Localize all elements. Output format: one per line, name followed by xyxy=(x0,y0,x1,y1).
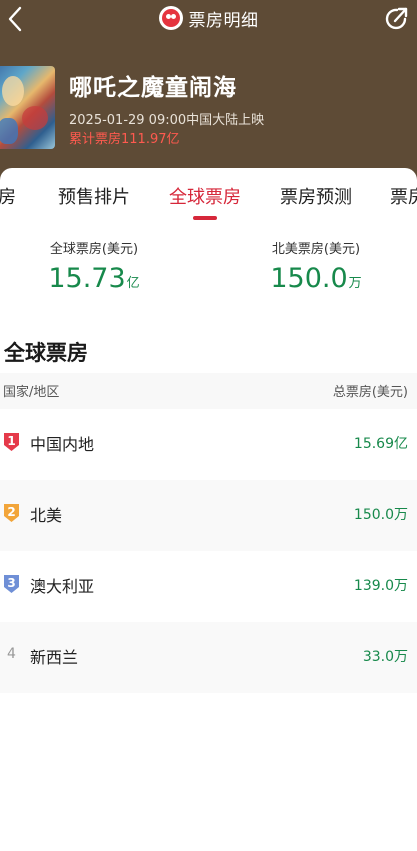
stat-unit: 亿 xyxy=(126,276,140,291)
tab-presale-schedule[interactable]: 预售排片 xyxy=(58,183,130,209)
country-name: 中国内地 xyxy=(30,435,95,454)
box-office-summary: 全球票房(美元) 15.73亿 北美票房(美元) 150.0万 xyxy=(0,228,417,308)
share-icon xyxy=(385,7,408,30)
movie-poster[interactable] xyxy=(0,66,55,149)
stat-label: 北美票房(美元) xyxy=(271,242,361,257)
tab-global-box-office[interactable]: 全球票房 xyxy=(169,183,241,209)
country-gross: 15.69亿 xyxy=(353,436,408,452)
global-box-office-stat: 全球票房(美元) 15.73亿 xyxy=(0,228,198,294)
country-gross: 33.0万 xyxy=(362,649,408,665)
stat-unit: 万 xyxy=(348,276,362,291)
content-card: 房 预售排片 全球票房 票房预测 票房 全球票房(美元) 15.73亿 北美票房… xyxy=(0,168,417,851)
country-name: 新西兰 xyxy=(30,648,79,667)
stat-label: 全球票房(美元) xyxy=(49,242,139,257)
country-gross: 139.0万 xyxy=(353,578,408,594)
table-row[interactable]: 2 北美 150.0万 xyxy=(0,480,417,551)
country-name: 北美 xyxy=(30,506,63,525)
tab-box-office-forecast[interactable]: 票房预测 xyxy=(280,183,352,209)
stat-number: 15.73 xyxy=(48,263,126,294)
tab-more-partial[interactable]: 票房 xyxy=(390,183,417,209)
nav-title: 票房明细 xyxy=(0,4,417,32)
country-gross: 150.0万 xyxy=(353,507,408,523)
country-name: 澳大利亚 xyxy=(30,577,95,596)
rank-badge: 1 xyxy=(3,432,20,452)
stat-value: 150.0万 xyxy=(212,263,417,294)
column-header-gross: 总票房(美元) xyxy=(332,385,408,400)
stat-number: 150.0 xyxy=(270,263,348,294)
movie-release-date: 2025-01-29 09:00中国大陆上映 xyxy=(69,113,265,128)
table-row[interactable]: 4 新西兰 33.0万 xyxy=(0,622,417,693)
rank-badge: 3 xyxy=(3,574,20,594)
section-title: 全球票房 xyxy=(4,341,88,365)
table-row[interactable]: 3 澳大利亚 139.0万 xyxy=(0,551,417,622)
tab-bar: 房 预售排片 全球票房 票房预测 票房 xyxy=(0,168,417,221)
share-button[interactable] xyxy=(377,0,417,38)
rank-badge: 2 xyxy=(3,503,20,523)
movie-title: 哪吒之魔童闹海 xyxy=(69,75,237,101)
movie-info: 哪吒之魔童闹海 2025-01-29 09:00中国大陆上映 累计票房111.9… xyxy=(0,64,417,154)
header-area: 票房明细 哪吒之魔童闹海 2025-01-29 09:00中国大陆上映 累计票房… xyxy=(0,0,417,182)
column-header-region: 国家/地区 xyxy=(3,385,60,400)
tab-box-office-partial[interactable]: 房 xyxy=(0,183,16,209)
north-america-box-office-stat: 北美票房(美元) 150.0万 xyxy=(212,228,417,294)
table-row[interactable]: 1 中国内地 15.69亿 xyxy=(0,409,417,480)
rank-number: 4 xyxy=(7,646,16,662)
table-header: 国家/地区 总票房(美元) xyxy=(0,373,417,409)
active-tab-indicator xyxy=(193,216,217,220)
movie-total-box-office: 累计票房111.97亿 xyxy=(69,132,180,147)
maoyan-cat-logo-icon xyxy=(158,6,183,30)
stat-value: 15.73亿 xyxy=(0,263,198,294)
box-office-table: 国家/地区 总票房(美元) 1 中国内地 15.69亿 2 北美 150.0万 xyxy=(0,373,417,693)
page-title: 票房明细 xyxy=(188,10,259,31)
navbar: 票房明细 xyxy=(0,0,417,38)
